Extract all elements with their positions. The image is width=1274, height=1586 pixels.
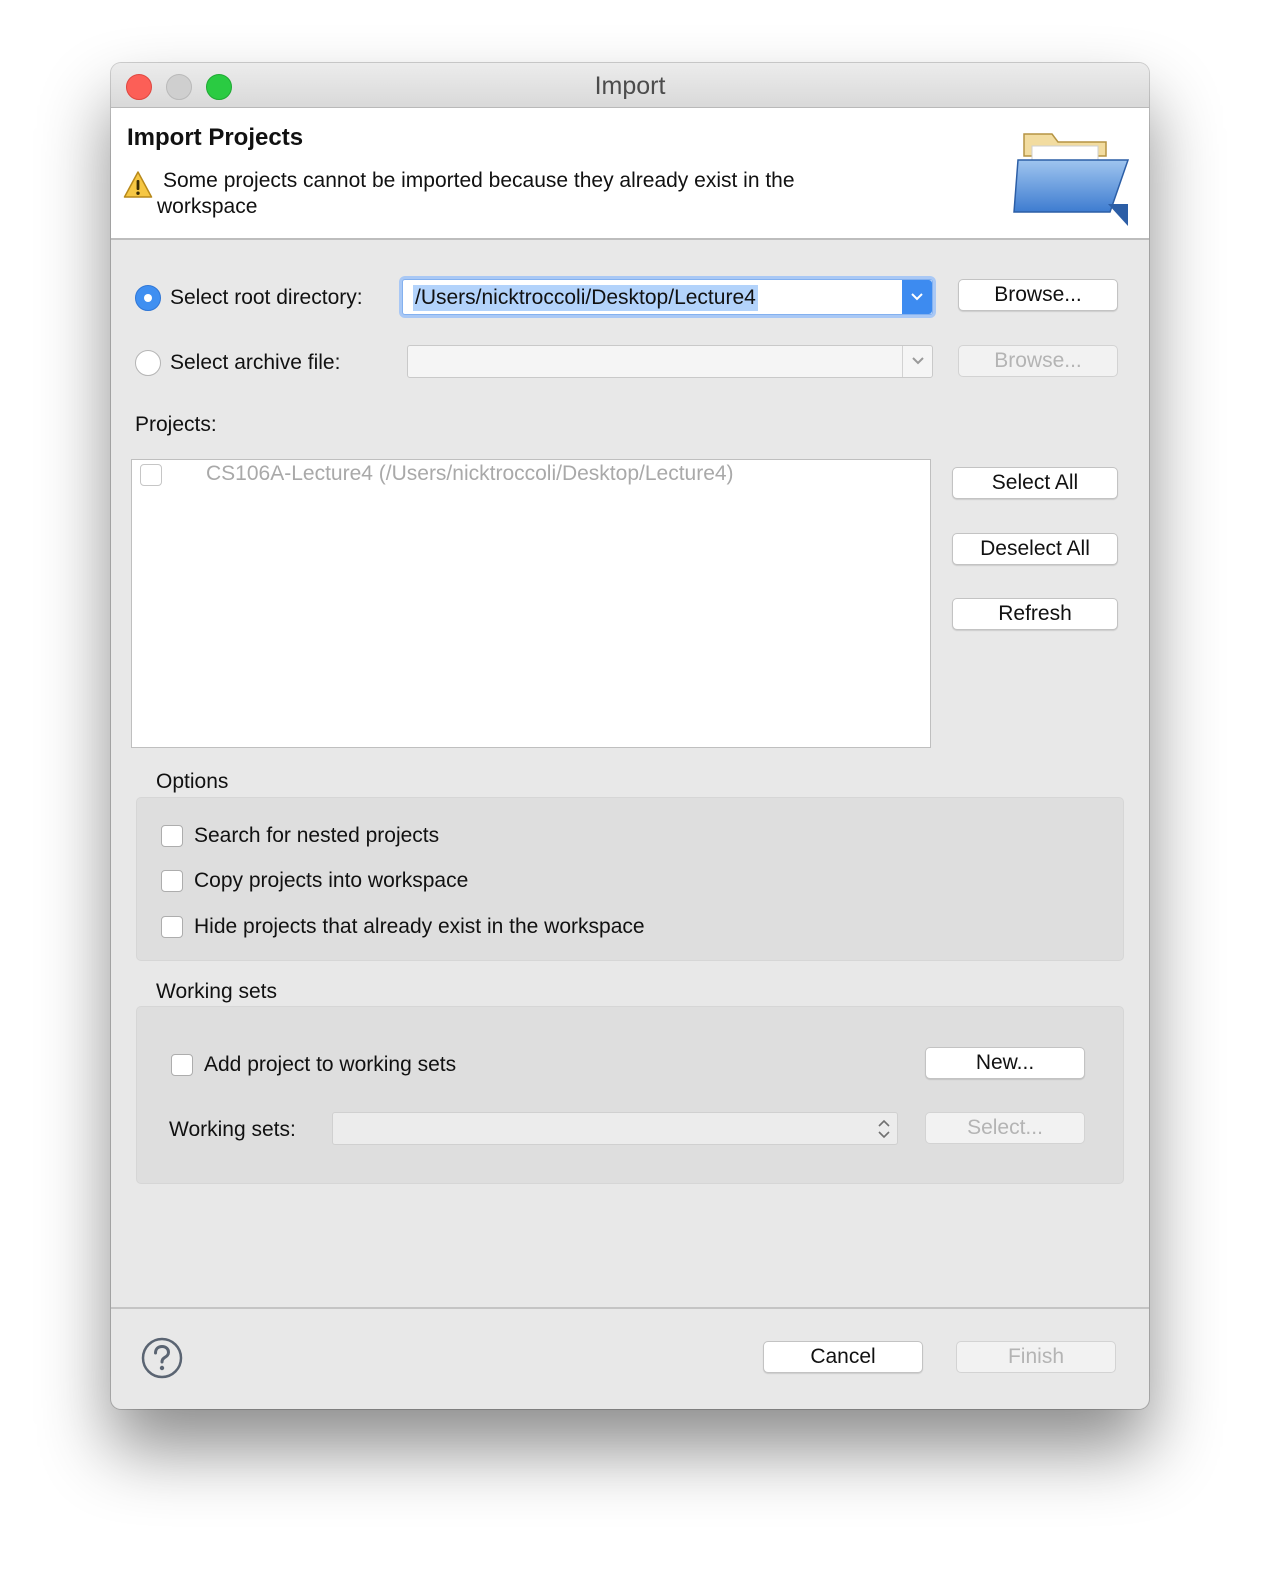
browse-archive-button[interactable]: Browse... [958, 345, 1118, 377]
working-sets-select[interactable] [332, 1112, 898, 1145]
cancel-button[interactable]: Cancel [763, 1341, 923, 1373]
deselect-all-button[interactable]: Deselect All [952, 533, 1118, 565]
import-dialog: Import Import Projects Some projects can… [111, 63, 1149, 1409]
footer-separator [111, 1307, 1149, 1309]
search-nested-label: Search for nested projects [194, 824, 440, 847]
select-all-button[interactable]: Select All [952, 467, 1118, 499]
search-nested-checkbox[interactable] [161, 825, 183, 847]
select-working-sets-button[interactable]: Select... [925, 1112, 1085, 1144]
root-directory-radio[interactable] [135, 285, 161, 311]
refresh-button[interactable]: Refresh [952, 598, 1118, 630]
working-sets-group: Add project to working sets New... Worki… [136, 1006, 1124, 1184]
project-checkbox[interactable] [140, 464, 162, 486]
working-sets-group-title: Working sets [156, 980, 277, 1003]
banner-message-line2: workspace [157, 195, 258, 218]
title-bar[interactable]: Import [111, 63, 1149, 108]
page-title: Import Projects [127, 124, 304, 151]
archive-file-radio[interactable] [135, 350, 161, 376]
list-item[interactable]: CS106A-Lecture4 (/Users/nicktroccoli/Des… [132, 460, 930, 490]
add-to-working-sets-checkbox[interactable] [171, 1054, 193, 1076]
root-directory-label: Select root directory: [170, 286, 363, 309]
finish-button[interactable]: Finish [956, 1341, 1116, 1373]
banner-message-line1: Some projects cannot be imported because… [163, 169, 795, 192]
warning-icon [123, 171, 153, 198]
add-to-working-sets-label: Add project to working sets [204, 1053, 457, 1076]
options-group: Search for nested projects Copy projects… [136, 797, 1124, 961]
chevron-down-icon[interactable] [902, 346, 932, 377]
copy-projects-label: Copy projects into workspace [194, 869, 469, 892]
hide-existing-checkbox[interactable] [161, 916, 183, 938]
archive-file-combo[interactable] [407, 345, 933, 378]
updown-chevron-icon [878, 1119, 890, 1139]
options-group-title: Options [156, 770, 229, 793]
root-directory-value: /Users/nicktroccoli/Desktop/Lecture4 [413, 285, 758, 311]
chevron-down-icon[interactable] [902, 280, 932, 314]
wizard-banner: Import Projects Some projects cannot be … [111, 108, 1149, 240]
window-title: Import [594, 72, 666, 100]
root-directory-combo[interactable]: /Users/nicktroccoli/Desktop/Lecture4 [402, 279, 933, 315]
help-icon[interactable] [141, 1337, 183, 1379]
hide-existing-label: Hide projects that already exist in the … [194, 915, 645, 938]
browse-directory-button[interactable]: Browse... [958, 279, 1118, 311]
project-label: CS106A-Lecture4 (/Users/nicktroccoli/Des… [206, 462, 734, 485]
copy-projects-checkbox[interactable] [161, 870, 183, 892]
banner-message: Some projects cannot be imported because… [157, 168, 923, 220]
folder-icon [1013, 133, 1130, 226]
projects-label: Projects: [135, 413, 217, 436]
new-working-set-button[interactable]: New... [925, 1047, 1085, 1079]
projects-list[interactable]: CS106A-Lecture4 (/Users/nicktroccoli/Des… [131, 459, 931, 748]
archive-file-label: Select archive file: [170, 351, 341, 374]
working-sets-label: Working sets: [169, 1118, 296, 1141]
